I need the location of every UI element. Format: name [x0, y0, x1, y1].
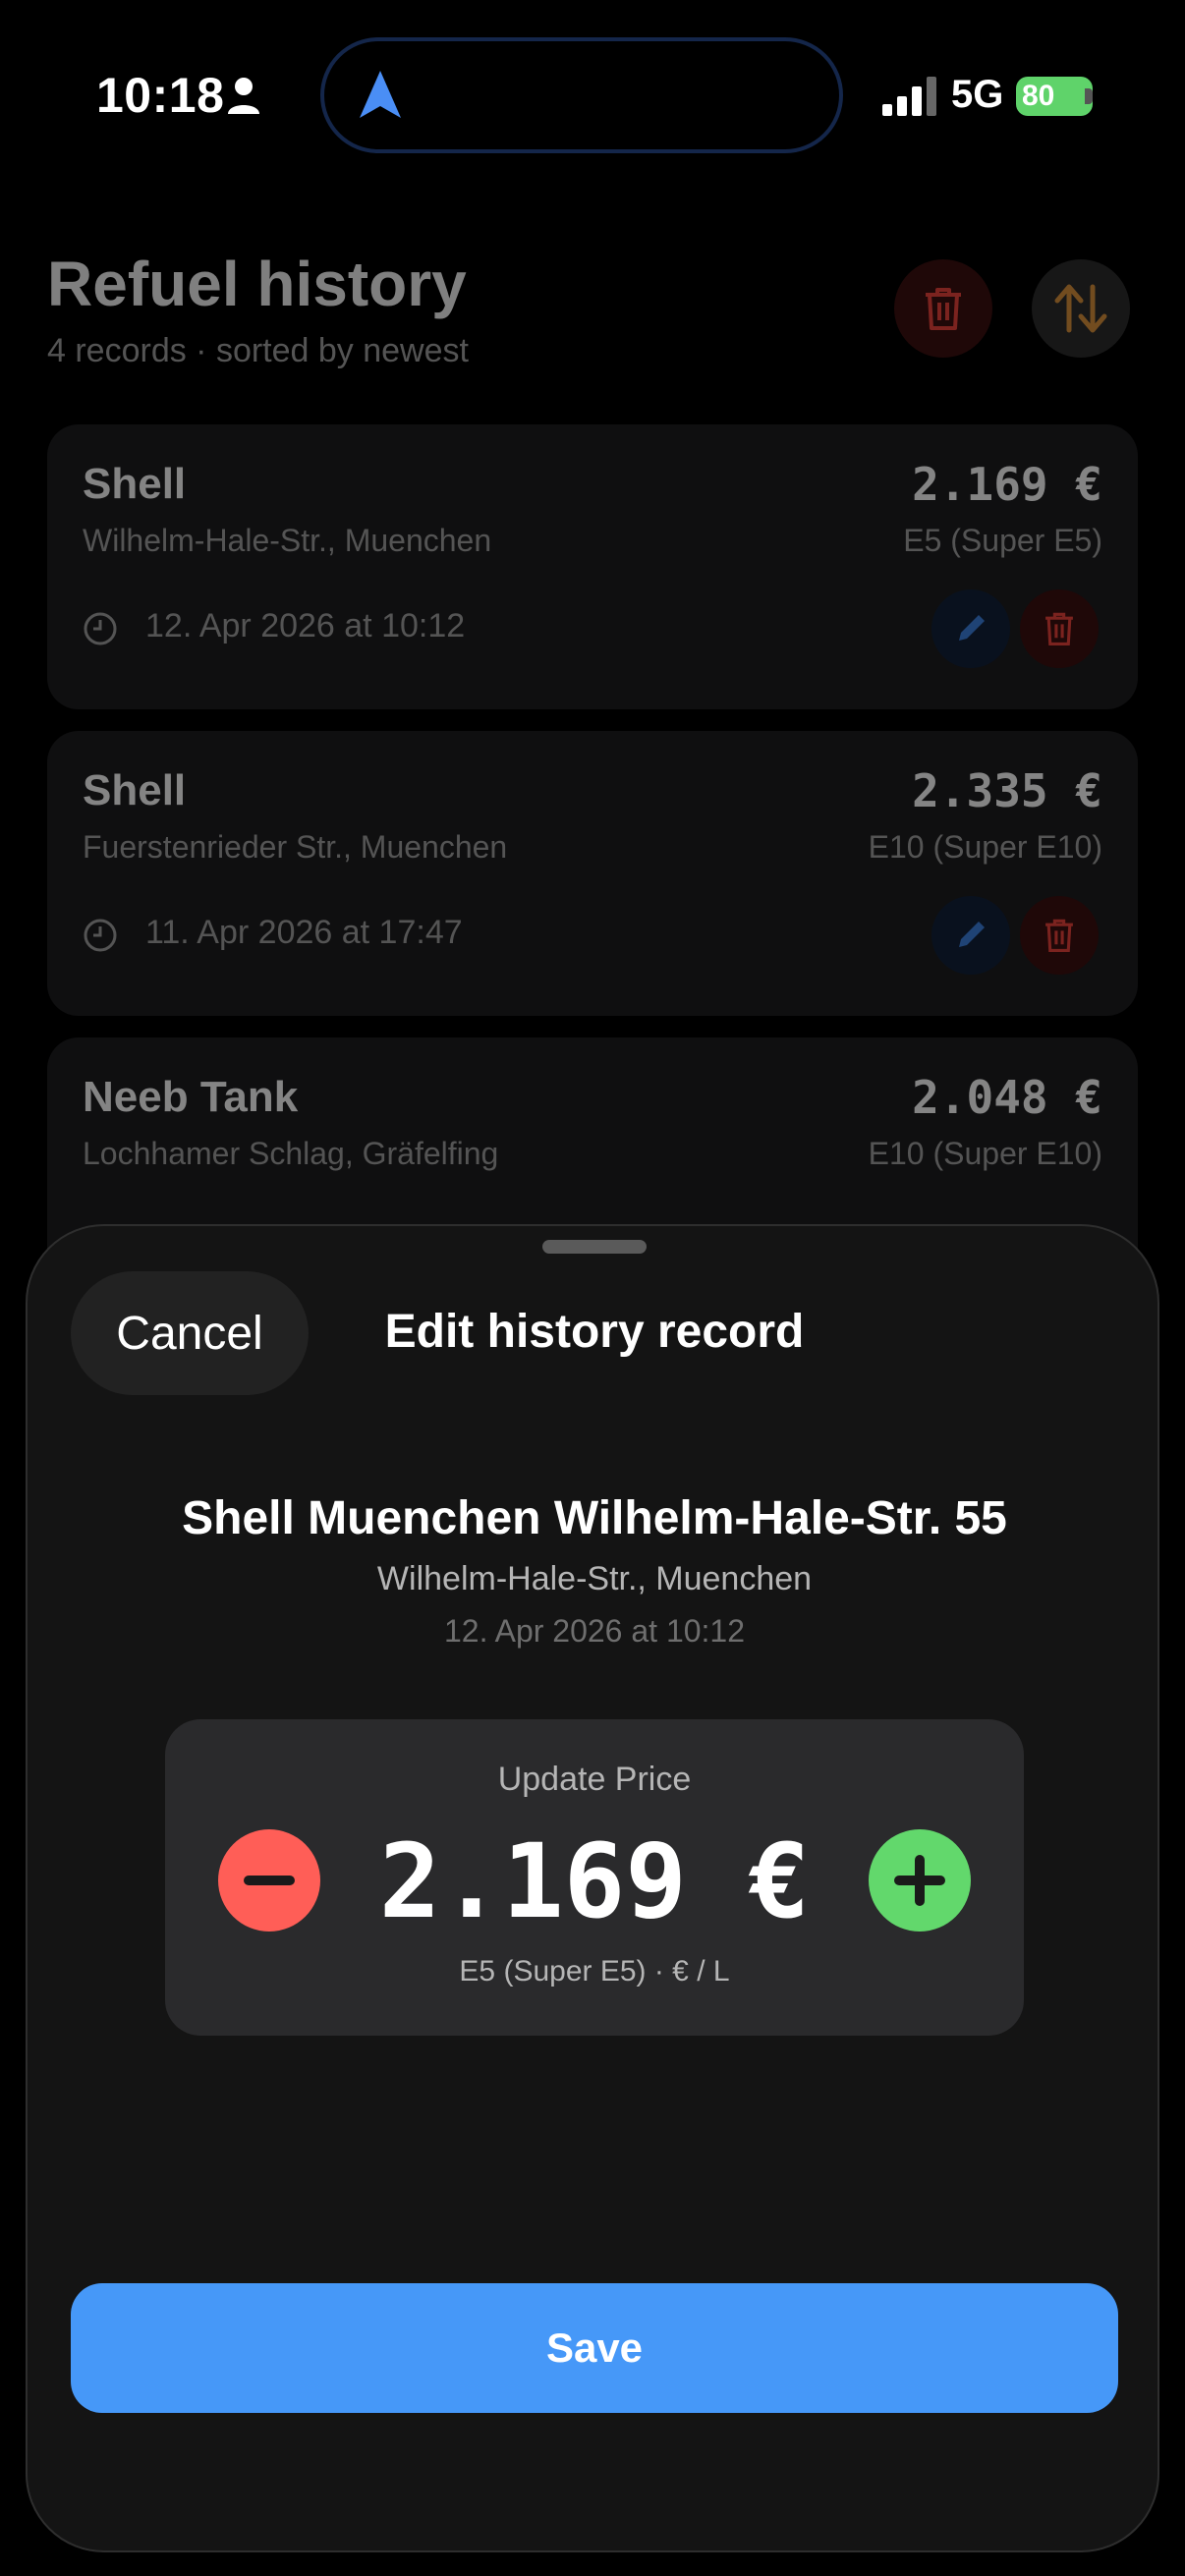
network-type: 5G	[951, 73, 1004, 116]
pencil-icon	[959, 922, 985, 947]
record-station-name: Shell	[83, 460, 187, 508]
increase-price-button[interactable]	[869, 1829, 971, 1932]
page-title: Refuel history	[47, 249, 467, 319]
signal-icon	[882, 77, 936, 116]
record-station-name: Shell	[83, 766, 187, 814]
sort-icon	[1054, 284, 1107, 333]
app-screen: 10:18 5G 80 Refuel history 4 records · s…	[0, 0, 1185, 2576]
clock-icon	[84, 612, 117, 645]
pencil-icon	[959, 615, 985, 641]
record-price: 2.048 €	[912, 1071, 1102, 1124]
delete-record-button[interactable]	[1020, 589, 1099, 668]
record-date: 12. Apr 2026 at 10:12	[145, 607, 466, 644]
history-record-card[interactable]: Shell Wilhelm-Hale-Str., Muenchen 2.169 …	[47, 424, 1138, 709]
sheet-grabber[interactable]	[542, 1240, 647, 1254]
record-price: 2.335 €	[912, 764, 1102, 817]
delete-all-button[interactable]	[894, 259, 992, 358]
record-station-name: Neeb Tank	[83, 1073, 299, 1121]
record-fuel-type: E10 (Super E10)	[868, 1136, 1102, 1171]
trash-icon	[1045, 612, 1073, 645]
navigation-arrow-icon	[360, 71, 401, 118]
person-icon	[228, 78, 259, 114]
price-label: Update Price	[497, 1761, 692, 1798]
station-address: Wilhelm-Hale-Str., Muenchen	[376, 1560, 813, 1597]
record-fuel-type: E5 (Super E5)	[903, 523, 1102, 558]
price-unit: E5 (Super E5) · € / L	[459, 1955, 730, 1988]
record-address: Wilhelm-Hale-Str., Muenchen	[83, 523, 492, 558]
trash-icon	[1045, 919, 1073, 952]
edit-record-button[interactable]	[931, 896, 1010, 975]
clock-icon	[84, 919, 117, 952]
battery-cap	[1085, 88, 1093, 104]
status-time: 10:18	[96, 68, 225, 123]
station-date: 12. Apr 2026 at 10:12	[443, 1613, 746, 1649]
save-button[interactable]: Save	[71, 2283, 1118, 2413]
record-price: 2.169 €	[912, 458, 1102, 511]
station-name: Shell Muenchen Wilhelm-Hale-Str. 55	[182, 1492, 1007, 1544]
record-date: 11. Apr 2026 at 17:47	[145, 914, 463, 951]
trash-icon	[926, 288, 961, 330]
record-address: Lochhamer Schlag, Gräfelfing	[83, 1136, 499, 1171]
history-record-card[interactable]: Shell Fuerstenrieder Str., Muenchen 2.33…	[47, 731, 1138, 1016]
battery-icon: 80	[1016, 77, 1093, 116]
delete-record-button[interactable]	[1020, 896, 1099, 975]
edit-record-button[interactable]	[931, 589, 1010, 668]
plus-icon	[894, 1855, 945, 1906]
status-bar: 10:18 5G 80	[0, 0, 1185, 187]
edit-record-sheet: Cancel Edit history record Shell Muenche…	[26, 1224, 1159, 2552]
record-address: Fuerstenrieder Str., Muenchen	[83, 829, 508, 865]
sheet-title: Edit history record	[384, 1306, 805, 1358]
record-fuel-type: E10 (Super E10)	[868, 829, 1102, 865]
page-subtitle: 4 records · sorted by newest	[47, 332, 469, 369]
sort-button[interactable]	[1032, 259, 1130, 358]
price-editor: Update Price 2.169 € E5 (Super E5) · € /…	[165, 1719, 1024, 2036]
